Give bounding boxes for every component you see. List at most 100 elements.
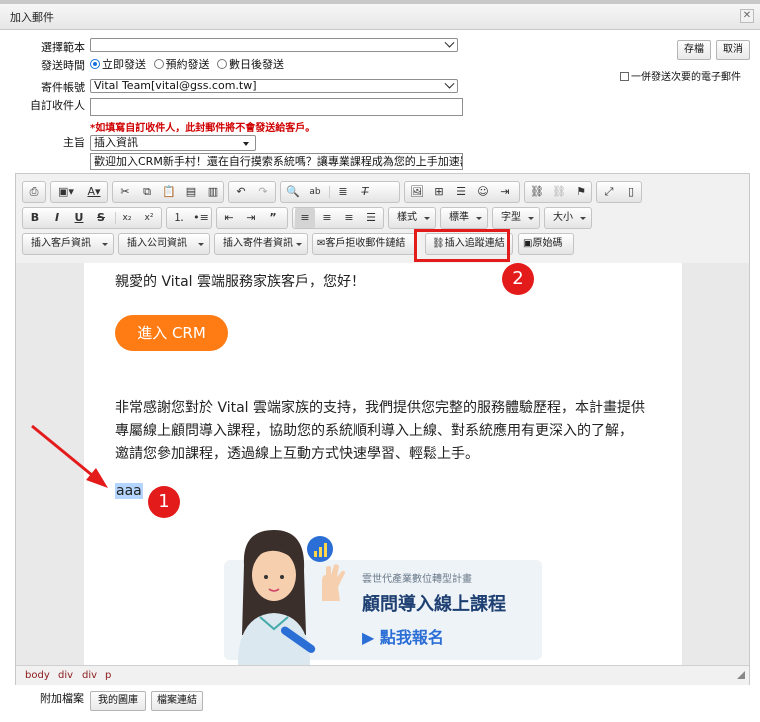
radio-days-later-label: 數日後發送 <box>229 58 284 71</box>
enter-crm-button[interactable]: 進入 CRM <box>115 315 228 351</box>
unsubscribe-link-button[interactable]: ✉客戶拒收郵件鏈結 <box>312 233 416 255</box>
link-icon[interactable]: ⛓ <box>527 182 547 202</box>
font-dropdown[interactable]: 字型 <box>492 207 540 229</box>
maximize-icon[interactable]: ⤢ <box>599 182 619 202</box>
align-center-icon[interactable]: ≡ <box>317 208 337 228</box>
template-select[interactable] <box>90 37 458 52</box>
toolbar-group-basic: B I U S x₂ x² <box>22 207 162 229</box>
underline-icon[interactable]: U <box>69 208 89 228</box>
attachments-label: 附加檔案 <box>40 692 84 705</box>
paste-icon[interactable]: 📋 <box>159 182 179 202</box>
page-break-icon[interactable]: ⇥ <box>495 182 515 202</box>
select-all-icon[interactable]: ≣ <box>333 182 353 202</box>
cancel-button[interactable]: 取消 <box>716 40 750 60</box>
sender-select[interactable]: Vital Team[vital@gss.com.tw] <box>90 78 458 93</box>
path-crumb-body[interactable]: body <box>25 670 50 681</box>
source-code-label: 原始碼 <box>532 238 563 249</box>
insert-customer-label: 插入客戶資訊 <box>31 238 91 249</box>
toolbar-row-2: B I U S x₂ x² ⒈ •≡ ⇤ ⇥ ” ≡ ≡ ≡ ☰ 樣式 標準 字… <box>22 207 742 229</box>
file-link-button[interactable]: 檔案連結 <box>151 691 203 711</box>
radio-send-now[interactable]: 立即發送 <box>90 58 146 71</box>
custom-recipient-input[interactable] <box>90 98 463 116</box>
superscript-icon[interactable]: x² <box>139 208 159 228</box>
subject-input[interactable]: 歡迎加入CRM新手村！還在自行摸索系統嗎？讓專業課程成為您的上手加速器， <box>90 153 463 170</box>
strike-icon[interactable]: S <box>91 208 111 228</box>
banner-signup-link[interactable]: ▶ 點我報名 <box>362 624 444 648</box>
background-color-icon[interactable]: ▣▾ <box>53 182 79 202</box>
size-dropdown-label: 大小 <box>553 212 573 223</box>
close-icon[interactable]: ✕ <box>740 9 754 23</box>
caret-down-icon <box>243 142 249 146</box>
insert-customer-info-button[interactable]: 插入客戶資訊 <box>22 233 114 255</box>
radio-schedule[interactable]: 預約發送 <box>153 58 210 71</box>
size-dropdown[interactable]: 大小 <box>544 207 592 229</box>
unlink-icon[interactable]: ⛓ <box>549 182 569 202</box>
editor-content-area[interactable]: 親愛的 Vital 雲端服務家族客戶，您好！ 進入 CRM 非常感謝您對於 Vi… <box>16 263 749 665</box>
bold-icon[interactable]: B <box>25 208 45 228</box>
subscript-icon[interactable]: x₂ <box>117 208 137 228</box>
styles-dropdown-label: 樣式 <box>397 212 417 223</box>
caret-down-icon <box>476 217 482 220</box>
smiley-icon[interactable]: ☺ <box>473 182 493 202</box>
blockquote-icon[interactable]: ” <box>263 208 283 228</box>
save-button[interactable]: 存檔 <box>677 40 711 60</box>
align-right-icon[interactable]: ≡ <box>339 208 359 228</box>
chevron-down-icon <box>444 78 455 89</box>
banner-subtitle: 雲世代產業數位轉型計畫 <box>362 574 472 585</box>
checkbox-icon <box>620 72 629 81</box>
greeting-text: 親愛的 Vital 雲端服務家族客戶，您好！ <box>115 274 366 290</box>
horizontal-line-icon[interactable]: ☰ <box>451 182 471 202</box>
redo-icon[interactable]: ↷ <box>253 182 273 202</box>
send-time-options: 立即發送 預約發送 數日後發送 <box>90 56 284 72</box>
anchor-flag-icon[interactable]: ⚑ <box>571 182 591 202</box>
undo-icon[interactable]: ↶ <box>231 182 251 202</box>
selected-text[interactable]: aaa <box>115 483 143 499</box>
toolbar-group-colors: ▣▾ A▾ <box>50 181 108 203</box>
caret-down-icon <box>102 243 108 246</box>
template-label: 選擇範本 <box>41 41 85 54</box>
insert-sender-info-button[interactable]: 插入寄件者資訊 <box>214 233 308 255</box>
align-left-icon[interactable]: ≡ <box>295 208 315 228</box>
outdent-icon[interactable]: ⇤ <box>219 208 239 228</box>
insert-info-value: 插入資訊 <box>94 136 138 149</box>
resize-grip-icon[interactable] <box>737 671 745 679</box>
path-crumb-div[interactable]: div <box>58 670 73 681</box>
preview-icon[interactable]: ⎙ <box>24 182 44 202</box>
my-gallery-button[interactable]: 我的圖庫 <box>90 691 146 711</box>
insert-sender-label: 插入寄件者資訊 <box>223 238 293 249</box>
caret-down-icon <box>296 243 302 246</box>
paste-word-icon[interactable]: ▥ <box>203 182 223 202</box>
format-dropdown[interactable]: 標準 <box>440 207 488 229</box>
table-icon[interactable]: ⊞ <box>429 182 449 202</box>
play-triangle-icon: ▶ <box>362 628 380 647</box>
send-secondary-option[interactable]: 一併發送次要的電子郵件 <box>620 68 741 83</box>
insert-company-info-button[interactable]: 插入公司資訊 <box>118 233 210 255</box>
image-icon[interactable]: 🖼 <box>407 182 427 202</box>
remove-format-icon[interactable]: T̶ <box>355 182 375 202</box>
email-body[interactable]: 親愛的 Vital 雲端服務家族客戶，您好！ 進入 CRM 非常感謝您對於 Vi… <box>84 263 682 665</box>
styles-dropdown[interactable]: 樣式 <box>388 207 436 229</box>
italic-icon[interactable]: I <box>47 208 67 228</box>
bulleted-list-icon[interactable]: •≡ <box>191 208 211 228</box>
path-crumb-div-2[interactable]: div <box>82 670 97 681</box>
show-blocks-icon[interactable]: ▯ <box>621 182 641 202</box>
insert-info-select[interactable]: 插入資訊 <box>90 135 256 151</box>
radio-off-icon <box>217 59 227 69</box>
radio-days-later[interactable]: 數日後發送 <box>217 58 284 71</box>
numbered-list-icon[interactable]: ⒈ <box>169 208 189 228</box>
indent-icon[interactable]: ⇥ <box>241 208 261 228</box>
path-crumb-p[interactable]: p <box>105 670 111 681</box>
replace-icon[interactable]: ab <box>305 182 325 202</box>
copy-icon[interactable]: ⧉ <box>137 182 157 202</box>
caret-down-icon <box>198 243 204 246</box>
align-justify-icon[interactable]: ☰ <box>361 208 381 228</box>
paste-text-icon[interactable]: ▤ <box>181 182 201 202</box>
cut-icon[interactable]: ✂ <box>115 182 135 202</box>
source-code-button[interactable]: ▣原始碼 <box>518 233 574 255</box>
radio-send-now-label: 立即發送 <box>102 58 146 71</box>
find-icon[interactable]: 🔍 <box>283 182 303 202</box>
text-color-icon[interactable]: A▾ <box>81 182 107 202</box>
waving-hand-icon <box>322 564 345 601</box>
caret-down-icon <box>528 217 534 220</box>
dialog-titlebar: 加入郵件 ✕ <box>0 0 760 30</box>
